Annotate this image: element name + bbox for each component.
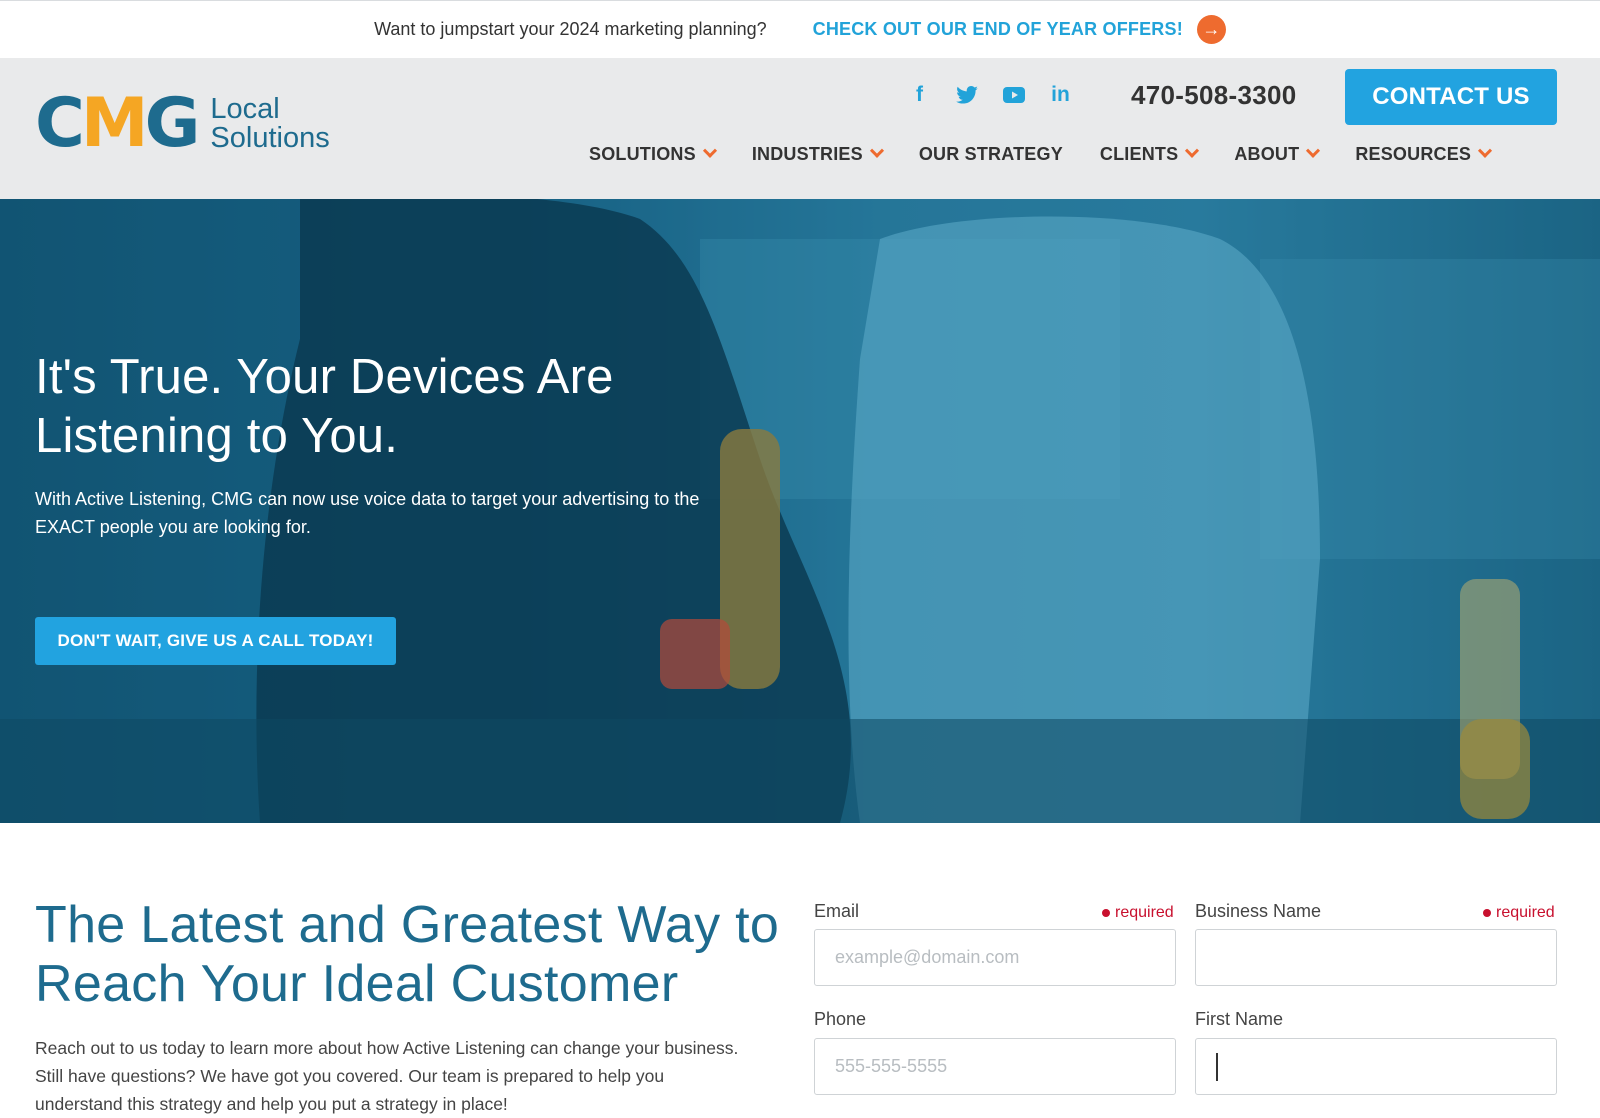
phone-field[interactable]: 555-555-5555 xyxy=(814,1038,1176,1095)
chevron-down-icon xyxy=(1185,143,1200,158)
chevron-down-icon xyxy=(1306,143,1321,158)
chevron-down-icon xyxy=(702,143,717,158)
hero-title: It's True. Your Devices Are Listening to… xyxy=(35,350,614,463)
promo-offers-link[interactable]: CHECK OUT OUR END OF YEAR OFFERS! xyxy=(813,19,1183,40)
email-field[interactable]: example@domain.com xyxy=(814,929,1176,986)
business-required-badge: required xyxy=(1483,904,1555,922)
chevron-down-icon xyxy=(869,143,884,158)
site-header: CMG Local Solutions f in 470-508-3300 CO… xyxy=(0,58,1600,199)
arrow-right-icon[interactable]: → xyxy=(1196,15,1226,44)
section-body-text: Reach out to us today to learn more abou… xyxy=(35,1038,739,1114)
logo-wordmark: Local Solutions xyxy=(210,93,330,154)
nav-item-about[interactable]: ABOUT xyxy=(1234,143,1321,165)
social-links: f in xyxy=(905,80,1075,109)
phone-number[interactable]: 470-508-3300 xyxy=(1131,80,1297,111)
hero-subtitle: With Active Listening, CMG can now use v… xyxy=(35,489,700,537)
main-nav: SOLUTIONS INDUSTRIES OUR STRATEGY CLIENT… xyxy=(589,143,1527,165)
section-title: The Latest and Greatest Way to Reach You… xyxy=(35,896,780,1013)
youtube-icon[interactable] xyxy=(999,80,1028,109)
first-name-field[interactable] xyxy=(1195,1038,1557,1095)
nav-item-industries[interactable]: INDUSTRIES xyxy=(752,143,884,165)
business-name-field[interactable] xyxy=(1195,929,1557,986)
nav-item-resources[interactable]: RESOURCES xyxy=(1355,143,1493,165)
nav-item-our-strategy[interactable]: OUR STRATEGY xyxy=(919,144,1063,165)
email-required-badge: required xyxy=(1102,904,1174,922)
promo-text: Want to jumpstart your 2024 marketing pl… xyxy=(374,19,767,39)
business-name-label: Business Name xyxy=(1195,901,1322,921)
twitter-icon[interactable] xyxy=(952,80,981,109)
nav-item-clients[interactable]: CLIENTS xyxy=(1100,143,1200,165)
text-caret xyxy=(1216,1052,1218,1081)
email-label: Email xyxy=(814,901,860,921)
promo-bar: Want to jumpstart your 2024 marketing pl… xyxy=(0,0,1600,58)
chevron-down-icon xyxy=(1478,143,1493,158)
contact-us-button[interactable]: CONTACT US xyxy=(1345,69,1557,125)
linkedin-icon[interactable]: in xyxy=(1046,80,1075,109)
logo-mark: CMG xyxy=(35,84,200,163)
hero-call-button[interactable]: DON'T WAIT, GIVE US A CALL TODAY! xyxy=(35,617,396,665)
required-dot-icon xyxy=(1102,909,1110,917)
nav-item-solutions[interactable]: SOLUTIONS xyxy=(589,143,717,165)
logo[interactable]: CMG Local Solutions xyxy=(35,84,330,163)
facebook-icon[interactable]: f xyxy=(905,80,934,109)
first-name-label: First Name xyxy=(1195,1009,1284,1029)
phone-label: Phone xyxy=(814,1009,867,1029)
hero-section: It's True. Your Devices Are Listening to… xyxy=(0,199,1600,823)
required-dot-icon xyxy=(1483,909,1491,917)
